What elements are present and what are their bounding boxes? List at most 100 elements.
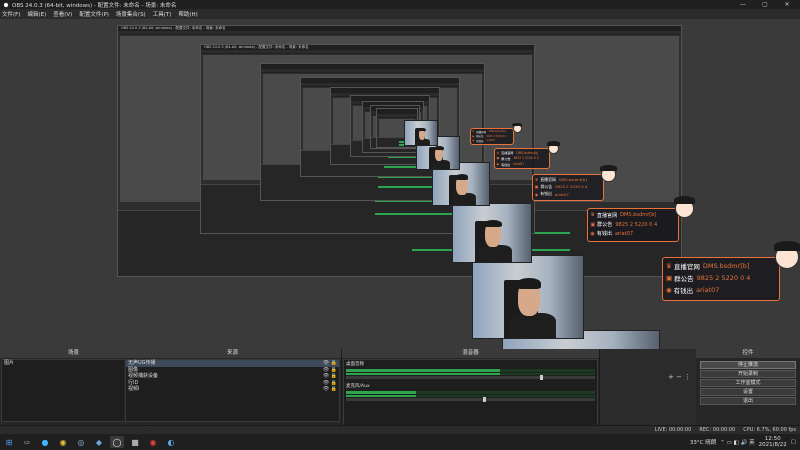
- overlay-label: 直播官网: [596, 212, 618, 219]
- weather-status[interactable]: 33°C 晴朗: [690, 438, 716, 446]
- source-item-label: 图像: [128, 366, 139, 373]
- audio-meter: [346, 369, 595, 372]
- volume-slider[interactable]: [346, 375, 595, 380]
- webcam-capture: [452, 203, 532, 263]
- overlay-label: 有钱出: [673, 287, 694, 295]
- mascot-cap: [512, 122, 523, 127]
- task-view-icon[interactable]: ▭: [20, 436, 34, 448]
- overlay-value: DMS.bsdmr[b]: [516, 150, 539, 155]
- sources-panel: 来源 无声UG传播 👁 🔒 图像 👁 🔒 视频捕获设备 👁 🔒 行ID 👁 🔒: [124, 349, 342, 434]
- obs-window: OBS 24.0.3 (64-bit, windows) - 配置文件: 未命名…: [0, 0, 800, 450]
- overlay-label: 有钱出: [501, 162, 511, 167]
- mascot-sticker: [673, 194, 696, 221]
- overlay-label: 有钱出: [596, 231, 612, 238]
- overlay-row: ▣ 群公告 9825 2 5220 0 4: [666, 272, 776, 284]
- exit-button[interactable]: 退出: [700, 397, 796, 405]
- overlay-bullet-icon: ▣: [590, 221, 596, 228]
- start-recording-button[interactable]: 开始录制: [700, 370, 796, 378]
- mixer-channel-label: 桌面音频: [346, 362, 364, 367]
- sources-title: 来源: [124, 349, 341, 358]
- transition-menu-icon[interactable]: ⋮: [684, 373, 691, 381]
- overlay-row: ◉ 有钱出 ariat07: [666, 284, 776, 296]
- add-transition-icon[interactable]: +: [668, 373, 674, 381]
- streamer-info-overlay: ♛ 直播官网 DMS.bsdmr[b] ▣ 群公告 9825 2 5220 0 4 ◉ 有钱出…: [494, 141, 561, 169]
- taskbar: ⊞ ▭ ● ◉ ◎ ◆ ◯ ■ ◉ ◐ 33°C 晴朗 ⌃ ▭ ◧ 🔊 英 12…: [0, 434, 800, 450]
- nested-menu-bar: [377, 114, 417, 118]
- nested-menu-bar: [118, 31, 681, 35]
- overlay-value: ariat07: [614, 230, 634, 237]
- overlay-row: ◉ 有钱出 ariat07: [535, 191, 601, 198]
- overlay-row: ◉ 有钱出 ariat07: [472, 139, 512, 143]
- audio-meter-level: [346, 395, 416, 397]
- menu-view[interactable]: 查看(V): [53, 10, 72, 18]
- stop-streaming-button[interactable]: 停止推流: [700, 361, 796, 369]
- mascot-cap: [674, 195, 696, 204]
- overlay-label: 直播官网: [501, 151, 514, 156]
- menu-profile[interactable]: 配置文件(P): [79, 10, 109, 18]
- person-body: [415, 138, 431, 145]
- clock[interactable]: 12:50 2021/8/22: [759, 436, 787, 448]
- close-button[interactable]: ✕: [776, 0, 798, 9]
- chrome-browser-icon[interactable]: ◉: [56, 436, 70, 448]
- overlay-bullet-icon: ♛: [472, 130, 475, 134]
- source-item-label: 无声UG传播: [128, 360, 156, 366]
- overlay-value: ariat07: [696, 286, 720, 294]
- overlay-row: ♛ 直播官网 DMS.bsdmr[b]: [666, 260, 776, 272]
- overlay-label: 群公告: [540, 183, 553, 189]
- volume-slider-handle[interactable]: [482, 397, 486, 402]
- controls-title: 控件: [696, 349, 800, 358]
- maximize-button[interactable]: ▢: [754, 0, 776, 9]
- overlay-label: 群公告: [501, 156, 511, 161]
- tray-icons[interactable]: ⌃ ▭ ◧ 🔊 英: [720, 438, 754, 446]
- menu-help[interactable]: 帮助(H): [178, 10, 197, 18]
- person-hair: [434, 145, 444, 151]
- overlay-label: 群公告: [597, 222, 613, 229]
- obs-taskbar-icon[interactable]: ◯: [110, 436, 124, 448]
- preview-canvas[interactable]: OBS 24.0.3 (64-bit, windows) - 配置文件: 未命名…: [0, 19, 800, 436]
- overlay-value: ariat07: [486, 139, 495, 143]
- source-item[interactable]: 视频I 👁 🔒: [126, 386, 339, 393]
- person-body: [431, 160, 450, 169]
- overlay-label: 直播官网: [476, 130, 486, 134]
- volume-slider[interactable]: [346, 397, 595, 402]
- person-hair: [455, 174, 469, 181]
- controls-buttons: 停止推流 开始录制 工作室模式 设置 退出: [696, 360, 800, 406]
- studio-mode-button[interactable]: 工作室模式: [700, 379, 796, 387]
- menu-tools[interactable]: 工具(T): [153, 10, 172, 18]
- app-icon[interactable]: ◆: [92, 436, 106, 448]
- notification-icon[interactable]: ▢: [791, 439, 796, 445]
- overlay-value: 9825 2 5220 0 4: [615, 221, 658, 228]
- overlay-value: DMS.bsdmr[b]: [558, 177, 587, 183]
- menu-file[interactable]: 文件(F): [2, 10, 20, 18]
- edge-browser-icon[interactable]: ●: [38, 436, 52, 448]
- menu-edit[interactable]: 编辑(E): [27, 10, 46, 18]
- mascot-cap: [600, 164, 617, 171]
- steam-icon[interactable]: ◎: [74, 436, 88, 448]
- nested-menu-bar: [261, 69, 484, 73]
- mixer-title: 混音器: [342, 349, 599, 358]
- overlay-label: 有钱出: [476, 139, 484, 143]
- audio-meter: [346, 391, 595, 394]
- clock-date: 2021/8/22: [758, 442, 787, 448]
- overlay-bullet-icon: ◉: [534, 191, 539, 197]
- overlay-value: ariat07: [513, 162, 525, 166]
- rec-status: REC: 00:00:00: [699, 427, 736, 433]
- netease-music-icon[interactable]: ◉: [146, 436, 160, 448]
- streamer-info-overlay: ♛ 直播官网 DMS.bsdmr[b] ▣ 群公告 9825 2 5220 0 4 ◉ 有钱出…: [532, 164, 617, 201]
- overlay-value: 9825 2 5220 0 4: [486, 134, 507, 138]
- windows-start-icon[interactable]: ⊞: [2, 436, 16, 448]
- menu-scene-collection[interactable]: 场景集合(S): [116, 10, 146, 18]
- overlay-value: 9825 2 5220 0 4: [696, 274, 751, 282]
- remove-transition-icon[interactable]: −: [676, 373, 682, 381]
- controls-panel: 控件 停止推流 开始录制 工作室模式 设置 退出: [696, 349, 800, 434]
- overlay-row: ▣ 群公告 9825 2 5220 0 4: [535, 183, 601, 190]
- minimize-button[interactable]: —: [732, 0, 754, 9]
- webcam-capture: [404, 120, 438, 146]
- app-icon[interactable]: ■: [128, 436, 142, 448]
- app-icon[interactable]: ◐: [164, 436, 178, 448]
- settings-button[interactable]: 设置: [700, 388, 796, 396]
- mixer-channel: 麦克风/Aux: [344, 384, 597, 403]
- sources-list[interactable]: 无声UG传播 👁 🔒 图像 👁 🔒 视频捕获设备 👁 🔒 行ID 👁 🔒 视频I: [125, 359, 340, 422]
- visibility-lock-icon[interactable]: 👁 🔒: [323, 386, 337, 393]
- volume-slider-handle[interactable]: [540, 375, 544, 380]
